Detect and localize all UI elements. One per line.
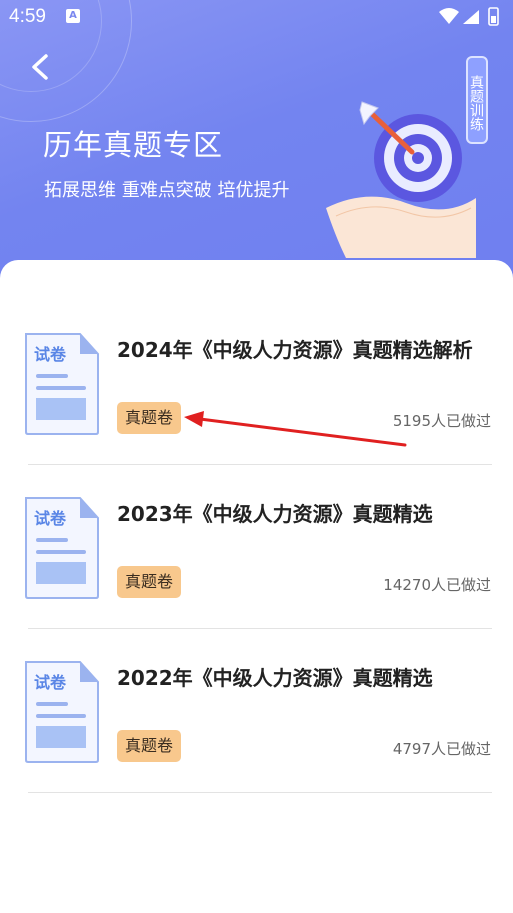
exam-type-badge: 真题卷 [117,402,182,434]
doc-label: 试卷 [34,345,67,364]
annotation-arrow-icon [184,411,407,447]
status-bar: 4:59 A [0,0,513,34]
exam-title: 2023年《中级人力资源》真题精选 [117,502,433,526]
list-item[interactable]: 试卷 2022年《中级人力资源》真题精选 真题卷 4797人已做过 [0,648,513,812]
exam-list-card: 试卷 2024年《中级人力资源》真题精选解析 真题卷 5195人已做过 试卷 2… [0,260,513,913]
exam-title: 2022年《中级人力资源》真题精选 [117,666,433,690]
page-title: 历年真题专区 [43,128,224,162]
chevron-left-icon [32,54,48,80]
notification-icon: A [66,9,80,23]
attempt-count: 4797人已做过 [392,740,491,758]
divider [28,792,492,793]
exam-paper-icon: 试卷 [25,333,99,435]
wifi-icon [439,8,459,24]
doc-label: 试卷 [34,673,67,692]
list-item[interactable]: 试卷 2024年《中级人力资源》真题精选解析 真题卷 5195人已做过 [0,320,513,484]
header-banner: 4:59 A 历年真题专区 拓展思维 重难点突破 培优提升 真题训练 [0,0,513,300]
exam-type-badge: 真题卷 [117,566,182,598]
back-button[interactable] [24,50,58,84]
divider [28,464,492,465]
exam-title: 2024年《中级人力资源》真题精选解析 [117,338,473,362]
divider [28,628,492,629]
attempt-count: 14270人已做过 [383,576,491,594]
status-time: 4:59 [9,6,46,27]
page-subtitle: 拓展思维 重难点突破 培优提升 [44,180,290,201]
exam-type-badge: 真题卷 [117,730,182,762]
exam-paper-icon: 试卷 [25,497,99,599]
signal-icon [463,10,479,24]
target-illustration [326,101,476,258]
list-item[interactable]: 试卷 2023年《中级人力资源》真题精选 真题卷 14270人已做过 [0,484,513,648]
status-icons [437,6,503,33]
doc-label: 试卷 [34,509,67,528]
exam-paper-icon: 试卷 [25,661,99,763]
